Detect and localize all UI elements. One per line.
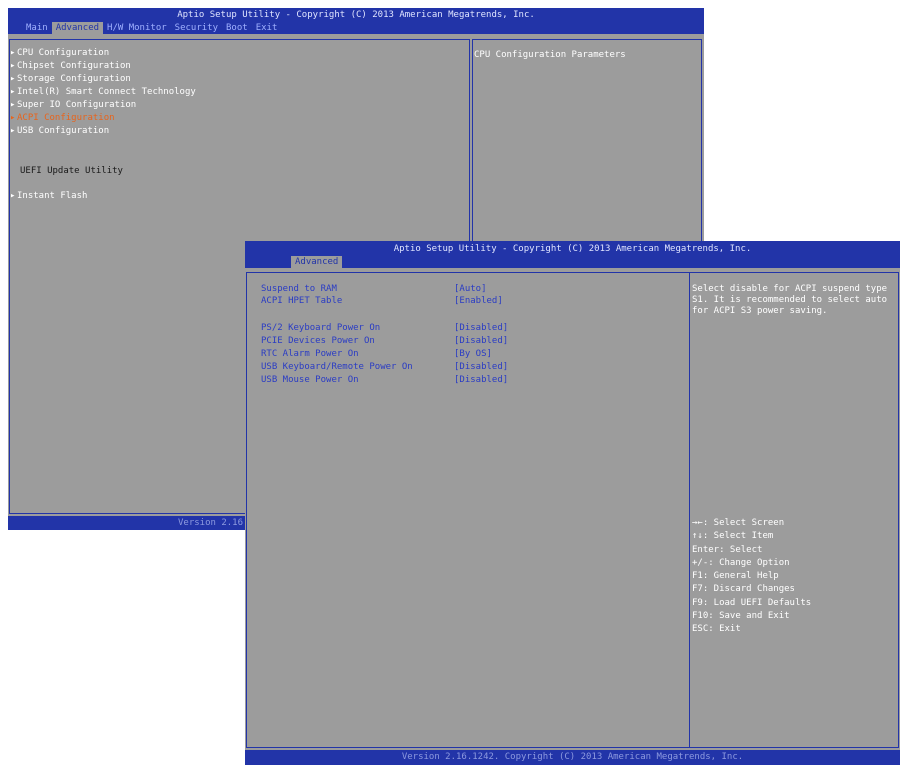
tab-boot[interactable]: Boot: [222, 22, 252, 34]
menu-item-instant-flash[interactable]: ▸ Instant Flash: [10, 191, 87, 202]
setting-label-suspend-to-ram[interactable]: Suspend to RAM: [261, 284, 337, 295]
submenu-arrow-icon: ▸: [10, 87, 16, 97]
tab-main[interactable]: Main: [22, 22, 52, 34]
front-version-text: Version 2.16.1242. Copyright (C) 2013 Am…: [401, 752, 744, 762]
submenu-arrow-icon: ▸: [10, 74, 16, 84]
key-help-select-screen: →←: Select Screen: [692, 518, 785, 528]
section-label-uefi-update: UEFI Update Utility: [20, 166, 123, 176]
front-help-text: Select disable for ACPI suspend type S1.…: [692, 284, 888, 316]
setting-value-usb-keyboard-remote-power-on[interactable]: [Disabled]: [454, 362, 508, 373]
setting-value-usb-mouse-power-on[interactable]: [Disabled]: [454, 375, 508, 386]
key-help-general-help: F1: General Help: [692, 571, 779, 582]
tab-advanced[interactable]: Advanced: [51, 22, 104, 34]
key-help-select-item: ↑↓: Select Item: [692, 531, 774, 542]
back-title-bar: Aptio Setup Utility - Copyright (C) 2013…: [8, 8, 704, 34]
menu-item-super-io-configuration[interactable]: ▸ Super IO Configuration: [10, 100, 136, 111]
tab-advanced[interactable]: Advanced: [291, 256, 343, 268]
submenu-arrow-icon: ▸: [10, 113, 16, 123]
setting-value-ps2-keyboard-power-on[interactable]: [Disabled]: [454, 323, 508, 334]
menu-item-chipset-configuration[interactable]: ▸ Chipset Configuration: [10, 61, 131, 72]
tab-hw-monitor[interactable]: H/W Monitor: [103, 22, 171, 34]
back-version-text: Version 2.16: [178, 518, 244, 528]
key-help-load-defaults: F9: Load UEFI Defaults: [692, 597, 812, 608]
front-tab-bar: Advanced: [291, 256, 343, 268]
back-tab-bar: Main Advanced H/W Monitor Security Boot …: [22, 22, 281, 34]
tab-security[interactable]: Security: [171, 22, 222, 34]
key-help-esc-exit: ESC: Exit: [692, 624, 741, 635]
submenu-arrow-icon: ▸: [10, 61, 16, 71]
setting-label-pcie-devices-power-on[interactable]: PCIE Devices Power On: [261, 336, 375, 347]
menu-item-acpi-configuration[interactable]: ▸ ACPI Configuration: [10, 113, 115, 124]
setting-value-suspend-to-ram[interactable]: [Auto]: [454, 284, 487, 295]
key-help-change-option: +/-: Change Option: [692, 557, 790, 568]
setting-label-ps2-keyboard-power-on[interactable]: PS/2 Keyboard Power On: [261, 323, 380, 334]
submenu-arrow-icon: ▸: [10, 48, 16, 58]
menu-item-cpu-configuration[interactable]: ▸ CPU Configuration: [10, 48, 109, 59]
tab-exit[interactable]: Exit: [252, 22, 282, 34]
menu-item-storage-configuration[interactable]: ▸ Storage Configuration: [10, 74, 131, 85]
front-bios-window: Aptio Setup Utility - Copyright (C) 2013…: [245, 241, 900, 765]
key-help-save-exit: F10: Save and Exit: [692, 611, 790, 622]
front-title-bar: Aptio Setup Utility - Copyright (C) 2013…: [245, 241, 900, 268]
menu-item-smart-connect[interactable]: ▸ Intel(R) Smart Connect Technology: [10, 87, 196, 98]
setting-label-usb-keyboard-remote-power-on[interactable]: USB Keyboard/Remote Power On: [261, 362, 413, 373]
key-help-discard-changes: F7: Discard Changes: [692, 584, 795, 595]
back-window-title: Aptio Setup Utility - Copyright (C) 2013…: [177, 10, 535, 20]
setting-value-acpi-hpet-table[interactable]: [Enabled]: [454, 296, 503, 307]
front-status-bar: Version 2.16.1242. Copyright (C) 2013 Am…: [245, 750, 900, 765]
key-help-list: →←: Select Screen ↑↓: Select Item Enter:…: [692, 517, 811, 637]
submenu-arrow-icon: ▸: [10, 100, 16, 110]
setting-value-rtc-alarm-power-on[interactable]: [By OS]: [454, 349, 492, 360]
setting-label-acpi-hpet-table[interactable]: ACPI HPET Table: [261, 296, 342, 307]
setting-label-usb-mouse-power-on[interactable]: USB Mouse Power On: [261, 375, 359, 386]
key-help-enter: Enter: Select: [692, 544, 763, 555]
menu-item-usb-configuration[interactable]: ▸ USB Configuration: [10, 126, 109, 137]
submenu-arrow-icon: ▸: [10, 126, 16, 136]
setting-label-rtc-alarm-power-on[interactable]: RTC Alarm Power On: [261, 349, 359, 360]
submenu-arrow-icon: ▸: [10, 191, 16, 201]
front-help-panel: [689, 272, 899, 748]
setting-value-pcie-devices-power-on[interactable]: [Disabled]: [454, 336, 508, 347]
front-window-title: Aptio Setup Utility - Copyright (C) 2013…: [393, 244, 752, 254]
back-help-text: CPU Configuration Parameters: [474, 50, 626, 60]
